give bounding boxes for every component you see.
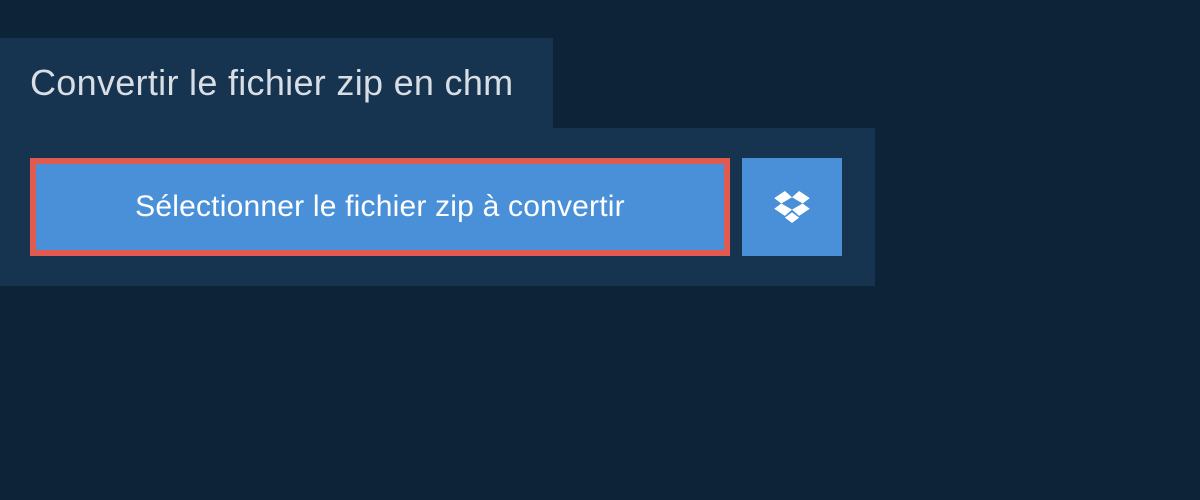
button-row: Sélectionner le fichier zip à convertir: [30, 158, 845, 256]
dropbox-icon: [774, 191, 810, 223]
page-title: Convertir le fichier zip en chm: [30, 62, 513, 104]
dropbox-button[interactable]: [742, 158, 842, 256]
select-file-label: Sélectionner le fichier zip à convertir: [135, 190, 625, 223]
select-file-button[interactable]: Sélectionner le fichier zip à convertir: [30, 158, 730, 256]
tab-header: Convertir le fichier zip en chm: [0, 38, 553, 128]
upload-panel: Sélectionner le fichier zip à convertir: [0, 128, 875, 286]
